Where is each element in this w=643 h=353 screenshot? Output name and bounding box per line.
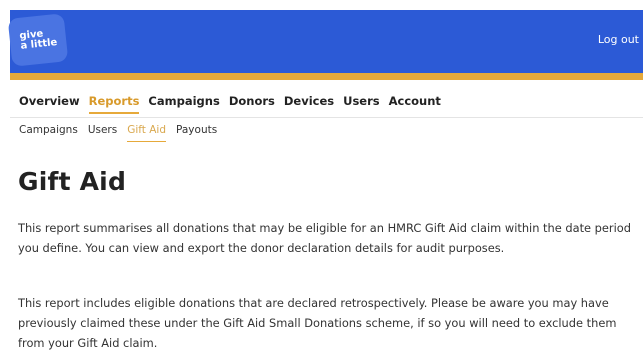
- page: give a little Log out Overview Reports C…: [0, 0, 643, 353]
- nav-item-campaigns[interactable]: Campaigns: [148, 94, 219, 114]
- nav-item-donors[interactable]: Donors: [229, 94, 275, 114]
- logout-link[interactable]: Log out: [598, 33, 639, 46]
- logo-text-line2: a little: [19, 37, 58, 52]
- subnav-item-payouts[interactable]: Payouts: [176, 124, 217, 142]
- nav-divider: [10, 117, 643, 118]
- retrospective-notice-paragraph: This report includes eligible donations …: [18, 296, 617, 350]
- subnav-item-users[interactable]: Users: [88, 124, 117, 142]
- subnav-item-gift-aid[interactable]: Gift Aid: [127, 124, 167, 142]
- intro-paragraph: This report summarises all donations tha…: [18, 221, 631, 255]
- nav-item-overview[interactable]: Overview: [19, 94, 80, 114]
- nav-item-devices[interactable]: Devices: [284, 94, 334, 114]
- reports-sub-navigation: Campaigns Users Gift Aid Payouts: [19, 124, 217, 142]
- header-accent-stripe: [10, 73, 643, 80]
- page-title: Gift Aid: [18, 167, 127, 196]
- subnav-item-campaigns[interactable]: Campaigns: [19, 124, 78, 142]
- top-header-bar: [10, 10, 643, 73]
- nav-item-reports[interactable]: Reports: [88, 94, 140, 114]
- nav-item-account[interactable]: Account: [389, 94, 441, 114]
- give-a-little-logo[interactable]: give a little: [7, 13, 69, 67]
- main-navigation: Overview Reports Campaigns Donors Device…: [19, 94, 441, 114]
- nav-item-users[interactable]: Users: [343, 94, 380, 114]
